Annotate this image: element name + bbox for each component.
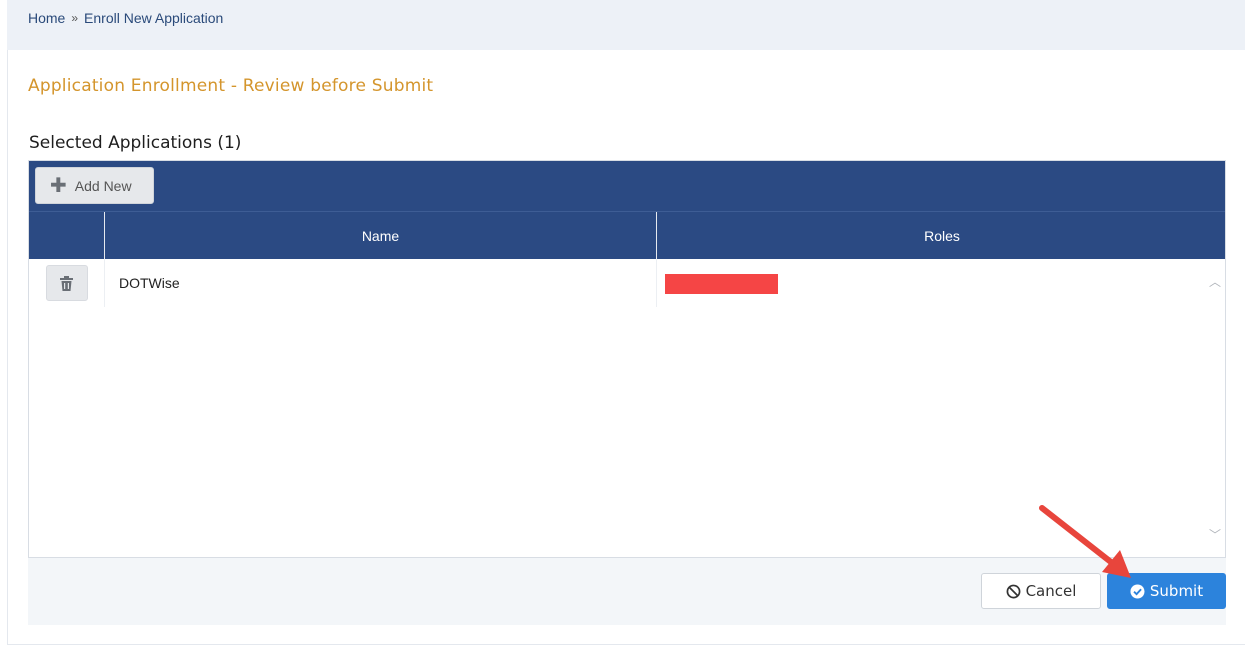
cancel-label: Cancel [1025, 582, 1077, 600]
page-title: Application Enrollment - Review before S… [28, 76, 434, 96]
section-title: Selected Applications (1) [29, 133, 242, 153]
ban-icon [1006, 584, 1021, 599]
breadcrumb: Home » Enroll New Application [28, 10, 223, 26]
column-header-actions [29, 212, 104, 260]
submit-label: Submit [1149, 582, 1204, 600]
breadcrumb-current-link[interactable]: Enroll New Application [84, 10, 223, 26]
check-circle-icon [1130, 583, 1145, 599]
scroll-up-chevron-icon[interactable]: ︿ [1209, 273, 1221, 290]
trash-icon [60, 275, 73, 291]
cancel-button[interactable]: Cancel [981, 573, 1101, 609]
grid-header-row: Name Roles [29, 211, 1227, 260]
table-row: DOTWise [29, 259, 1204, 307]
applications-grid: ✚ Add New Name Roles DOTWise ︿ ﹀ [28, 160, 1226, 558]
delete-row-button[interactable] [45, 265, 88, 301]
row-actions-cell [29, 259, 104, 307]
column-header-roles[interactable]: Roles [656, 212, 1227, 260]
breadcrumb-home-link[interactable]: Home [28, 10, 65, 26]
row-name-cell: DOTWise [104, 259, 656, 307]
add-new-button[interactable]: ✚ Add New [35, 167, 154, 204]
form-footer: Cancel Submit [28, 558, 1226, 625]
grid-toolbar: ✚ Add New [29, 161, 1225, 211]
grid-scrollbar[interactable]: ︿ ﹀ [1205, 259, 1225, 557]
submit-button[interactable]: Submit [1107, 573, 1226, 609]
plus-icon: ✚ [50, 174, 67, 197]
breadcrumb-separator: » [71, 11, 79, 25]
column-header-name[interactable]: Name [104, 212, 656, 260]
add-new-label: Add New [74, 177, 132, 194]
roles-redaction [665, 274, 778, 294]
row-roles-cell [656, 259, 1204, 307]
grid-body: DOTWise ︿ ﹀ [29, 259, 1225, 557]
scroll-down-chevron-icon[interactable]: ﹀ [1209, 526, 1221, 543]
